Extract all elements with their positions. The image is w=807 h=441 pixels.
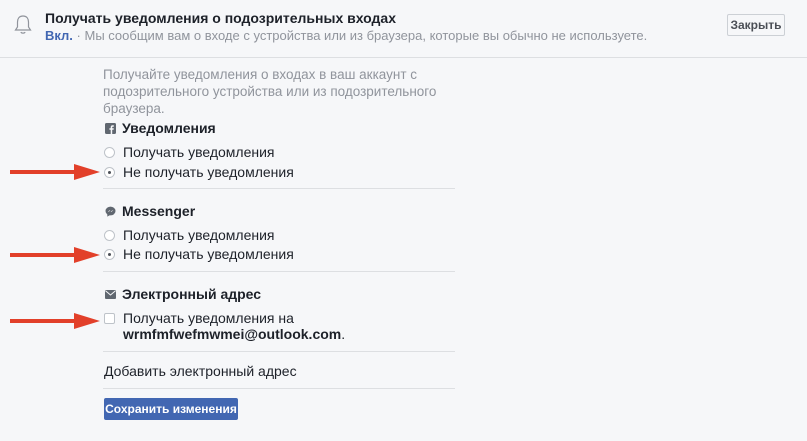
messenger-option-receive[interactable]: Получать уведомления	[104, 227, 275, 243]
option-label: Получать уведомления	[123, 227, 275, 243]
email-section-header: Электронный адрес	[104, 286, 261, 302]
notifications-title: Уведомления	[122, 120, 216, 136]
save-changes-button[interactable]: Сохранить изменения	[104, 398, 238, 420]
radio-button-selected[interactable]	[104, 248, 115, 260]
header-subtitle: Мы сообщим вам о входе с устройства или …	[84, 28, 648, 43]
divider	[103, 388, 455, 389]
email-address-line: wrmfmfwefmwmei@outlook.com.	[123, 326, 345, 342]
radio-button[interactable]	[104, 229, 115, 241]
option-label: Получать уведомления	[123, 144, 275, 160]
annotation-arrow	[10, 164, 100, 180]
alert-header: Получать уведомления о подозрительных вх…	[0, 0, 807, 58]
notifications-option-receive[interactable]: Получать уведомления	[104, 144, 275, 160]
messenger-title: Messenger	[122, 203, 196, 219]
annotation-arrow	[10, 247, 100, 263]
divider	[103, 271, 455, 272]
facebook-icon	[104, 122, 117, 135]
divider	[103, 188, 455, 189]
description: Получайте уведомления о входах в ваш акк…	[103, 67, 437, 116]
notifications-section-header: Уведомления	[104, 120, 216, 136]
bell-icon	[14, 15, 32, 34]
annotation-arrow	[10, 313, 100, 329]
radio-button[interactable]	[104, 146, 115, 158]
header-subtitle-row: Вкл. · Мы сообщим вам о входе с устройст…	[45, 28, 647, 43]
email-checkbox[interactable]	[104, 312, 115, 324]
separator: ·	[72, 28, 85, 43]
email-address-suffix: .	[341, 326, 346, 342]
envelope-icon	[104, 288, 117, 301]
messenger-option-dont-receive[interactable]: Не получать уведомления	[104, 246, 294, 262]
messenger-section-header: Messenger	[104, 203, 195, 219]
option-label: Не получать уведомления	[123, 164, 294, 180]
messenger-icon	[104, 205, 117, 218]
header-title: Получать уведомления о подозрительных вх…	[45, 10, 396, 26]
email-option[interactable]: Получать уведомления на	[104, 310, 294, 326]
divider	[103, 351, 455, 352]
option-label: Не получать уведомления	[123, 246, 294, 262]
email-title: Электронный адрес	[122, 286, 262, 302]
add-email-link[interactable]: Добавить электронный адрес	[104, 363, 297, 379]
checkbox-label: Получать уведомления на	[123, 310, 294, 326]
notifications-option-dont-receive[interactable]: Не получать уведомления	[104, 164, 294, 180]
close-button[interactable]: Закрыть	[727, 14, 785, 36]
email-address: wrmfmfwefmwmei@outlook.com	[123, 326, 342, 342]
status-badge: Вкл.	[45, 28, 73, 43]
radio-button-selected[interactable]	[104, 166, 115, 178]
